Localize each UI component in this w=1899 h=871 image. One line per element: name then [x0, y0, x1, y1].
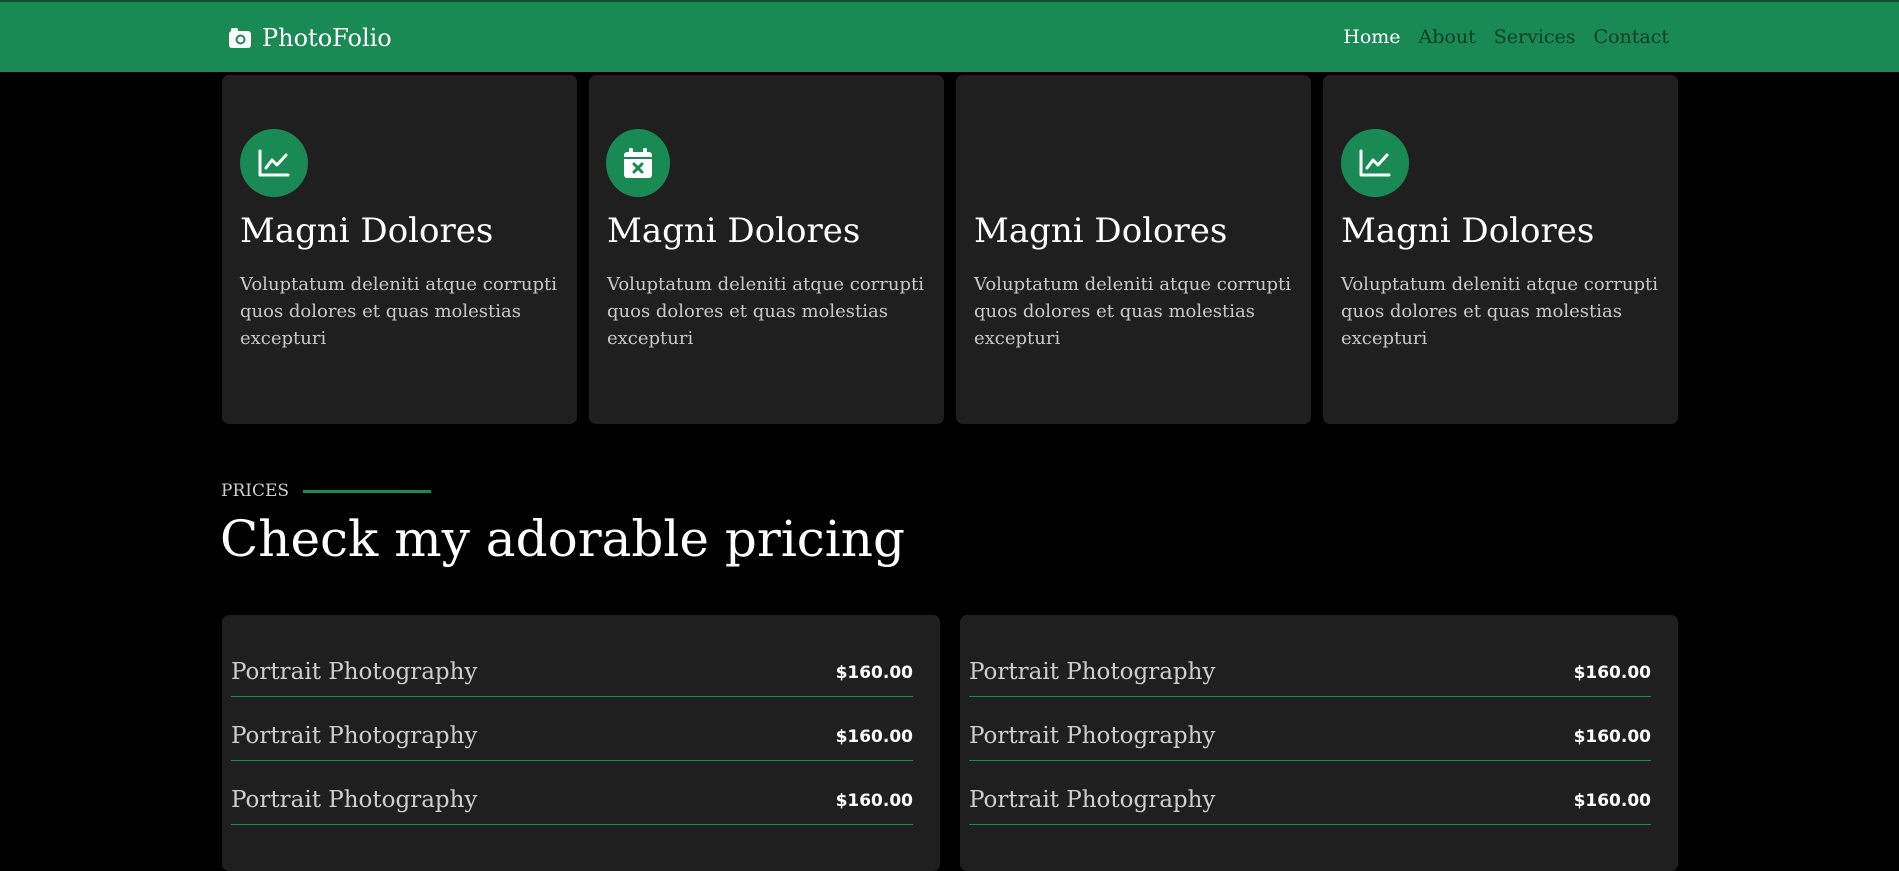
nav-link-services[interactable]: Services: [1494, 26, 1576, 48]
price-item-price: $160.00: [835, 727, 913, 747]
navbar: PhotoFolio Home About Services Contact: [0, 0, 1899, 72]
price-item: Portrait Photography $160.00: [969, 713, 1651, 761]
service-card: Magni Dolores Voluptatum deleniti atque …: [1323, 75, 1678, 424]
price-item-price: $160.00: [1573, 727, 1651, 747]
price-list: Portrait Photography $160.00 Portrait Ph…: [960, 615, 1678, 871]
service-title: Magni Dolores: [1341, 211, 1595, 251]
section-label: PRICES: [221, 481, 432, 501]
brand-logo[interactable]: PhotoFolio: [228, 22, 392, 54]
price-item: Portrait Photography $160.00: [231, 777, 913, 825]
section-divider: [303, 489, 432, 493]
chart-line-icon: [240, 129, 308, 197]
price-item-price: $160.00: [835, 663, 913, 683]
price-item-name: Portrait Photography: [969, 787, 1216, 813]
price-item: Portrait Photography $160.00: [231, 713, 913, 761]
calendar-x-icon: [606, 129, 670, 197]
main-nav: Home About Services Contact: [1343, 26, 1669, 48]
service-title: Magni Dolores: [607, 211, 861, 251]
service-description: Voluptatum deleniti atque corrupti quos …: [240, 274, 557, 349]
service-title: Magni Dolores: [240, 211, 494, 251]
section-label-text: PRICES: [221, 481, 290, 501]
price-item-price: $160.00: [1573, 791, 1651, 811]
price-item: Portrait Photography $160.00: [969, 777, 1651, 825]
nav-link-contact[interactable]: Contact: [1594, 26, 1669, 48]
service-description: Voluptatum deleniti atque corrupti quos …: [607, 274, 924, 349]
price-item: Portrait Photography $160.00: [969, 649, 1651, 697]
price-item-name: Portrait Photography: [231, 659, 478, 685]
service-card: Magni Dolores Voluptatum deleniti atque …: [956, 75, 1311, 424]
price-item-name: Portrait Photography: [969, 723, 1216, 749]
service-title: Magni Dolores: [974, 211, 1228, 251]
nav-link-home[interactable]: Home: [1343, 26, 1400, 48]
service-description: Voluptatum deleniti atque corrupti quos …: [1341, 274, 1658, 349]
camera-icon: [228, 27, 252, 49]
section-title: Check my adorable pricing: [220, 510, 906, 568]
price-item-name: Portrait Photography: [231, 723, 478, 749]
price-item-name: Portrait Photography: [969, 659, 1216, 685]
price-item-price: $160.00: [1573, 663, 1651, 683]
brand-name: PhotoFolio: [262, 24, 392, 52]
price-item: Portrait Photography $160.00: [231, 649, 913, 697]
price-item-price: $160.00: [835, 791, 913, 811]
service-card: Magni Dolores Voluptatum deleniti atque …: [589, 75, 944, 424]
service-card: Magni Dolores Voluptatum deleniti atque …: [222, 75, 577, 424]
service-description: Voluptatum deleniti atque corrupti quos …: [974, 274, 1291, 349]
price-list: Portrait Photography $160.00 Portrait Ph…: [222, 615, 940, 871]
nav-link-about[interactable]: About: [1419, 26, 1476, 48]
price-item-name: Portrait Photography: [231, 787, 478, 813]
chart-line-icon: [1341, 129, 1409, 197]
